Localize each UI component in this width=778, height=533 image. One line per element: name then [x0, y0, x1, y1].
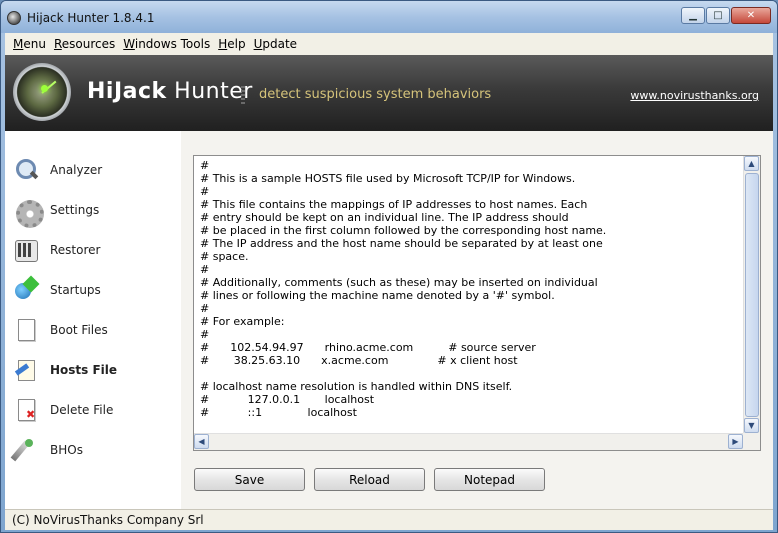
- website-link[interactable]: www.novirusthanks.org: [630, 89, 759, 102]
- document-icon: [13, 317, 39, 343]
- scroll-right-arrow-icon[interactable]: ▶: [728, 434, 743, 449]
- editor-line: # 127.0.0.1 localhost: [200, 393, 375, 406]
- sidebar-item-delete-file[interactable]: Delete File: [13, 397, 177, 423]
- notepad-button[interactable]: Notepad: [434, 468, 545, 491]
- editor-line: # This file contains the mappings of IP …: [200, 198, 588, 211]
- restore-icon: [13, 237, 39, 263]
- sidebar-item-analyzer[interactable]: Analyzer: [13, 157, 177, 183]
- header-banner: HiJack Hunter detect suspicious system b…: [5, 55, 773, 131]
- title-bar: Hijack Hunter 1.8.4.1 ▁ □ ✕: [1, 1, 777, 33]
- scroll-down-arrow-icon[interactable]: ▼: [744, 418, 759, 433]
- sidebar-item-startups[interactable]: Startups: [13, 277, 177, 303]
- minimize-button[interactable]: ▁: [681, 7, 705, 24]
- menu-help[interactable]: Help: [216, 37, 247, 51]
- scrollbar-corner: [743, 433, 760, 450]
- hosts-file-editor[interactable]: # # This is a sample HOSTS file used by …: [193, 155, 761, 451]
- editor-line: # Additionally, comments (such as these)…: [200, 276, 598, 289]
- editor-line: # entry should be kept on an individual …: [200, 211, 569, 224]
- editor-line: #: [200, 263, 210, 276]
- hosts-file-text[interactable]: # # This is a sample HOSTS file used by …: [194, 156, 744, 434]
- sidebar: Analyzer Settings Restorer Startups Boot…: [5, 131, 181, 509]
- save-button[interactable]: Save: [194, 468, 305, 491]
- sidebar-item-settings[interactable]: Settings: [13, 197, 177, 228]
- sidebar-item-label: Settings: [50, 203, 100, 217]
- sidebar-item-label: Delete File: [50, 403, 114, 417]
- app-window: Hijack Hunter 1.8.4.1 ▁ □ ✕ Menu Resourc…: [0, 0, 778, 533]
- editor-line: # localhost name resolution is handled w…: [200, 380, 513, 393]
- editor-line: # 38.25.63.10 x.acme.com # x client host: [200, 354, 518, 367]
- sidebar-item-bhos[interactable]: BHOs: [13, 437, 177, 463]
- delete-file-icon: [13, 397, 39, 423]
- sidebar-item-label: BHOs: [50, 443, 83, 457]
- window-title: Hijack Hunter 1.8.4.1: [27, 11, 155, 25]
- sidebar-item-hosts-file[interactable]: Hosts File: [13, 357, 177, 383]
- magnifier-icon: [13, 157, 39, 183]
- editor-line: #: [200, 302, 210, 315]
- sidebar-item-boot-files[interactable]: Boot Files: [13, 317, 177, 343]
- brand-name-strong: HiJack: [87, 79, 167, 104]
- radar-dot-icon: [41, 85, 48, 92]
- vertical-scroll-thumb[interactable]: [745, 173, 759, 417]
- editor-line: #: [200, 328, 210, 341]
- sidebar-item-label: Analyzer: [50, 163, 103, 177]
- maximize-button[interactable]: □: [706, 7, 730, 24]
- reload-button[interactable]: Reload: [314, 468, 425, 491]
- scroll-up-arrow-icon[interactable]: ▲: [744, 156, 759, 171]
- gear-icon: [13, 197, 44, 228]
- brand-name-rest: Hunter: [166, 79, 253, 104]
- editor-line: # This is a sample HOSTS file used by Mi…: [200, 172, 576, 185]
- tagline: detect suspicious system behaviors: [259, 87, 492, 102]
- hosts-file-icon: [13, 357, 39, 383]
- sidebar-item-label: Hosts File: [50, 363, 118, 377]
- close-button[interactable]: ✕: [731, 7, 771, 24]
- window-controls: ▁ □ ✕: [681, 7, 771, 24]
- editor-line: # space.: [200, 250, 249, 263]
- scroll-left-arrow-icon[interactable]: ◀: [194, 434, 209, 449]
- editor-line: # The IP address and the host name shoul…: [200, 237, 603, 250]
- sidebar-item-label: Restorer: [50, 243, 101, 257]
- editor-line: # ::1 localhost: [200, 406, 357, 419]
- menu-resources[interactable]: Resources: [52, 37, 117, 51]
- horizontal-scrollbar[interactable]: ◀ ▶: [194, 433, 744, 450]
- menu-bar: Menu Resources Windows Tools Help Update: [5, 33, 773, 55]
- editor-line: # lines or following the machine name de…: [200, 289, 555, 302]
- editor-line: #: [200, 185, 210, 198]
- sidebar-item-label: Boot Files: [50, 323, 108, 337]
- menu-windows-tools[interactable]: Windows Tools: [121, 37, 212, 51]
- status-bar: (C) NoVirusThanks Company Srl: [5, 509, 773, 530]
- bho-icon: [13, 437, 39, 463]
- editor-line: # For example:: [200, 315, 285, 328]
- brand-name: HiJack Hunter: [87, 79, 253, 104]
- sidebar-item-restorer[interactable]: Restorer: [13, 237, 177, 263]
- startup-icon: [13, 277, 39, 303]
- banner-separator: [241, 86, 245, 104]
- sidebar-item-label: Startups: [50, 283, 101, 297]
- editor-line: # 102.54.94.97 rhino.acme.com # source s…: [200, 341, 536, 354]
- vertical-scrollbar[interactable]: ▲ ▼: [743, 156, 760, 434]
- status-text: (C) NoVirusThanks Company Srl: [12, 513, 204, 527]
- main-content: Analyzer Settings Restorer Startups Boot…: [5, 131, 773, 509]
- editor-line: #: [200, 159, 210, 172]
- app-icon: [7, 11, 21, 25]
- menu-menu[interactable]: Menu: [11, 37, 48, 51]
- menu-update[interactable]: Update: [252, 37, 299, 51]
- radar-logo-icon: [13, 63, 71, 121]
- editor-line: # be placed in the first column followed…: [200, 224, 607, 237]
